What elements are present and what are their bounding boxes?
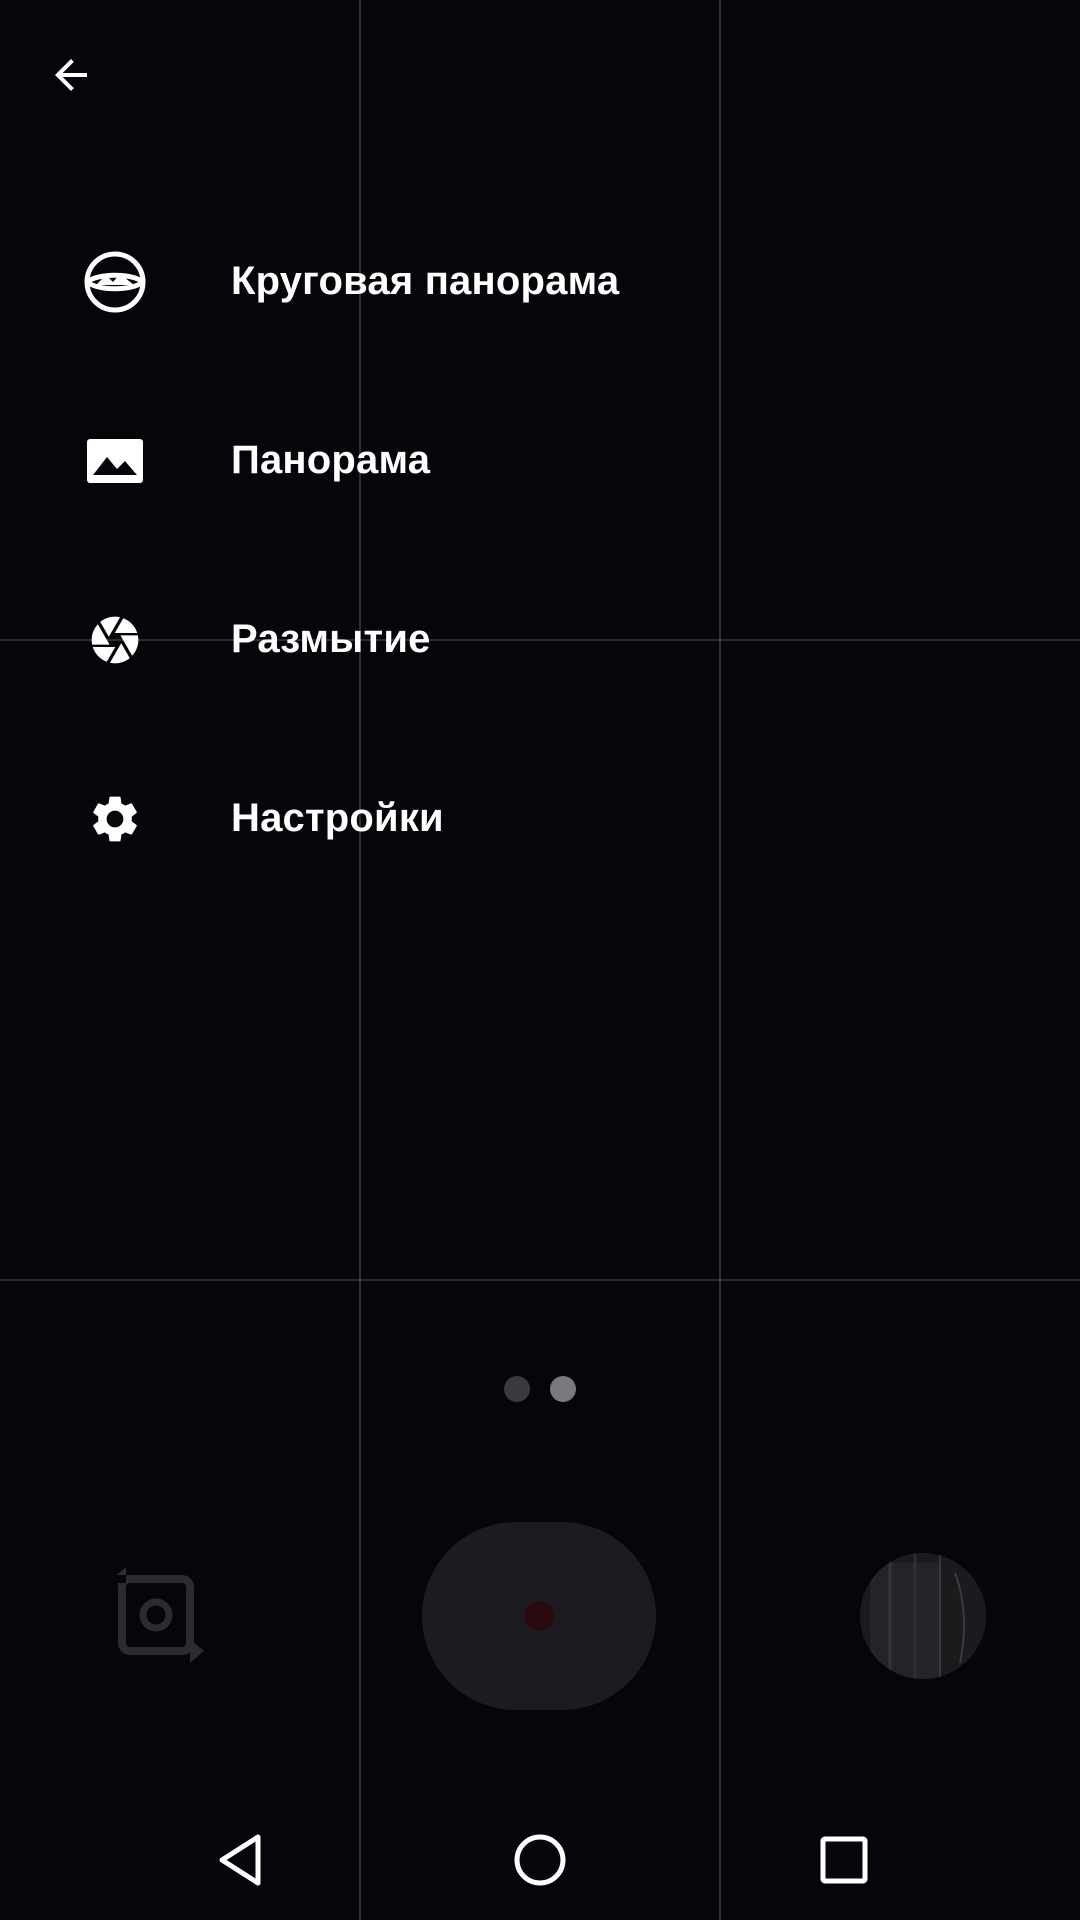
menu-item-settings[interactable]: Настройки [0, 729, 1080, 908]
nav-back-button[interactable] [180, 1800, 300, 1920]
menu-item-label: Размытие [231, 617, 431, 661]
triangle-back-icon [219, 1834, 261, 1886]
menu-item-blur[interactable]: Размытие [0, 550, 1080, 729]
arrow-left-icon [55, 59, 87, 91]
thumbnail-image [860, 1553, 986, 1679]
menu-item-label: Настройки [231, 796, 444, 840]
page-dot-active[interactable] [550, 1376, 576, 1402]
mode-menu: Круговая панорама Панорама Размытие Наст… [0, 192, 1080, 908]
switch-camera-icon [108, 1567, 204, 1663]
page-dot[interactable] [504, 1376, 530, 1402]
menu-item-panorama[interactable]: Панорама [0, 371, 1080, 550]
page-indicator [0, 1376, 1080, 1402]
gallery-thumbnail[interactable] [860, 1553, 986, 1679]
record-dot-icon [524, 1601, 554, 1631]
menu-item-label: Круговая панорама [231, 259, 620, 303]
nav-home-button[interactable] [480, 1800, 600, 1920]
nav-recents-button[interactable] [784, 1800, 904, 1920]
camera-screen: Круговая панорама Панорама Размытие Наст… [0, 0, 1080, 1920]
back-button[interactable] [38, 42, 104, 108]
menu-item-photo-sphere[interactable]: Круговая панорама [0, 192, 1080, 371]
shutter-button[interactable] [422, 1522, 656, 1710]
system-navigation-bar [0, 1800, 1080, 1920]
grid-line-horizontal-2 [0, 1279, 1080, 1281]
aperture-icon [82, 607, 148, 673]
menu-item-label: Панорама [231, 438, 431, 482]
photo-sphere-icon [82, 249, 148, 315]
circle-home-icon [514, 1834, 566, 1886]
gear-icon [82, 786, 148, 852]
square-recents-icon [820, 1836, 868, 1884]
switch-camera-button[interactable] [108, 1565, 208, 1669]
panorama-icon [82, 428, 148, 494]
